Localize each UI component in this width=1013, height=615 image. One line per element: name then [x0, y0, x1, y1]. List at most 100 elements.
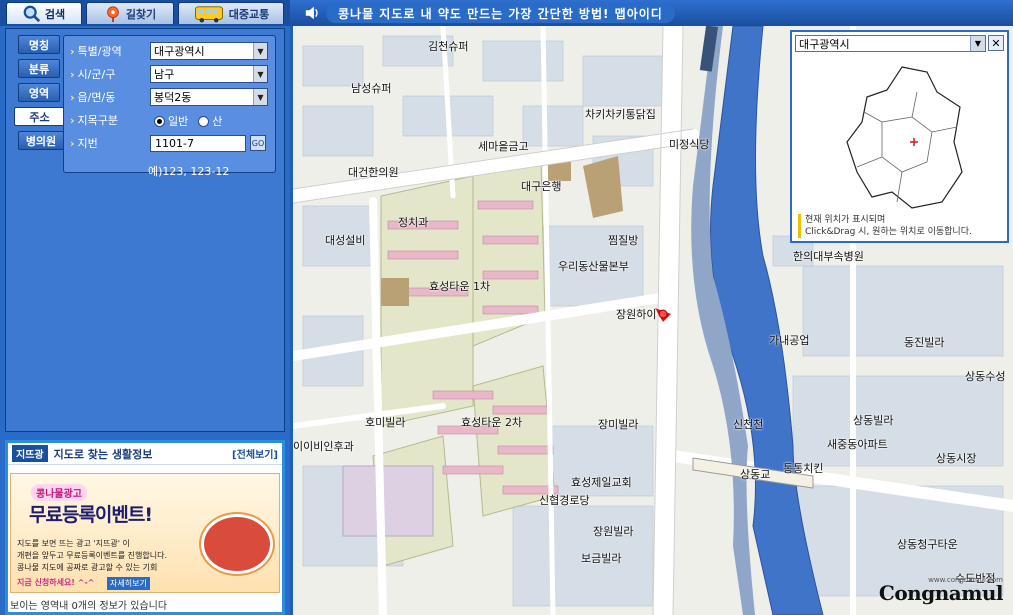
tab-directions-label: 길찾기: [125, 7, 157, 21]
poi-label[interactable]: 대건한의원: [348, 164, 399, 180]
chevron-down-icon: ▼: [253, 66, 267, 82]
notice-link[interactable]: 콩나물 지도로 내 약도 만드는 가장 간단한 방법! 맵아이디: [326, 3, 675, 23]
minimap-region-select[interactable]: 대구광역시 ▼: [795, 35, 986, 52]
side-tab-area[interactable]: 영역: [18, 83, 60, 102]
map-canvas[interactable]: 김천슈퍼 남성슈퍼 차키차키통닭집 세마을금고 미정식당 대건한의원 대구은행 …: [293, 26, 1013, 615]
address-search-box: 명칭 분류 영역 주소 병의원 특별/광역 대구광역시 ▼ 시/군/구 남구 ▼…: [5, 28, 285, 432]
poi-label[interactable]: 상동빌라: [853, 412, 893, 428]
poi-label[interactable]: 보금빌라: [581, 550, 621, 566]
top-tab-bar: 검색 길찾기 대중교통: [0, 0, 290, 26]
banner-badge: 콩나물광고: [31, 484, 87, 501]
side-tab-address[interactable]: 주소: [14, 107, 64, 126]
chevron-down-icon: ▼: [253, 89, 267, 105]
jibun-input[interactable]: 1101-7: [150, 135, 246, 152]
tab-search[interactable]: 검색: [6, 2, 82, 24]
poi-label[interactable]: 새중동아파트: [827, 436, 888, 452]
poi-label[interactable]: 대구은행: [521, 178, 561, 194]
poi-label[interactable]: 효성타운 2차: [461, 414, 522, 430]
poi-label[interactable]: 미정식당: [669, 136, 709, 152]
go-button[interactable]: GO: [250, 135, 266, 151]
poi-label[interactable]: 상동교: [740, 466, 770, 482]
jibun-value: 1101-7: [155, 137, 194, 150]
poi-label[interactable]: 세마을금고: [478, 138, 529, 154]
minimap-close-button[interactable]: ✕: [988, 35, 1004, 51]
notice-bar: 콩나물 지도로 내 약도 만드는 가장 간단한 방법! 맵아이디: [290, 0, 1013, 26]
dong-label: 읍/면/동: [70, 89, 142, 105]
tab-transit[interactable]: 대중교통: [178, 2, 284, 24]
poi-label[interactable]: 장원하이: [616, 306, 656, 322]
district-row: 시/군/구: [70, 65, 142, 83]
chevron-down-icon: ▼: [970, 36, 985, 51]
poi-label[interactable]: 가내공업: [769, 332, 809, 348]
poi-label[interactable]: 상동시장: [936, 450, 976, 466]
life-info-badge: 지뜨광: [12, 445, 48, 462]
dong-value: 봉덕2동: [154, 91, 192, 104]
chevron-down-icon: ▼: [253, 43, 267, 59]
land-type-radios: 일반 산: [154, 113, 232, 129]
land-type-label: 지목구분: [70, 112, 142, 128]
land-type-mountain-label: 산: [212, 115, 223, 128]
side-tab-category[interactable]: 분류: [18, 59, 60, 78]
district-select[interactable]: 남구 ▼: [150, 65, 268, 83]
daegu-outline-map: [846, 66, 963, 209]
dong-select[interactable]: 봉덕2동 ▼: [150, 88, 268, 106]
city-label: 특별/광역: [70, 43, 142, 59]
city-select[interactable]: 대구광역시 ▼: [150, 42, 268, 60]
poi-label[interactable]: 신협경로당: [539, 492, 590, 508]
poi-label[interactable]: 효성타운 1차: [429, 278, 490, 294]
land-type-general-radio[interactable]: 일반: [154, 113, 188, 129]
jibun-label: 지번: [70, 135, 142, 151]
banner-title: 무료등록이벤트!: [29, 504, 153, 526]
tab-transit-label: 대중교통: [228, 7, 270, 21]
view-all-link[interactable]: [전체보기]: [232, 446, 278, 461]
dong-row: 읍/면/동: [70, 88, 142, 106]
minimap-region-value: 대구광역시: [799, 37, 850, 51]
poi-label[interactable]: 김천슈퍼: [428, 38, 468, 54]
banner-apply-text: 지금 신청하세요! ^-^: [17, 578, 95, 587]
banner-line: 콩나물 지도에 공짜로 광고할 수 있는 기회: [17, 563, 158, 572]
banner-detail-button[interactable]: 자세히보기: [107, 577, 150, 590]
tab-directions[interactable]: 길찾기: [86, 2, 174, 24]
left-panel: 검색 길찾기 대중교통 명칭 분류 영역 주소 병의원 특별/광역 대구광역시 …: [0, 0, 290, 615]
poi-label[interactable]: 정치과: [398, 214, 428, 230]
gift-illustration-icon: [201, 514, 273, 574]
poi-label[interactable]: 동진빌라: [904, 334, 944, 350]
land-type-mountain-radio[interactable]: 산: [198, 113, 222, 129]
life-info-footer: 보이는 영역내 0개의 정보가 있습니다: [10, 601, 168, 612]
speaker-icon: [305, 6, 318, 20]
tab-search-label: 검색: [44, 7, 66, 21]
jibun-example: 예)123, 123-12: [148, 165, 230, 178]
minimap-note-line2: Click&Drag 시, 원하는 위치로 이동합니다.: [805, 227, 972, 237]
land-type-general-label: 일반: [168, 115, 189, 128]
poi-label[interactable]: 통통치킨: [783, 460, 823, 476]
city-row: 특별/광역: [70, 42, 142, 60]
minimap-note-line1: 현재 위치가 표시되며: [805, 215, 886, 225]
congnamul-logo[interactable]: Congnamul: [879, 581, 1004, 605]
life-info-box: 지뜨광 지도로 찾는 생활정보 [전체보기] 콩나물광고 무료등록이벤트! 지도…: [5, 440, 285, 615]
minimap-panel[interactable]: 대구광역시 ▼ ✕ 현재 위치가 표시되며 Click&Drag 시, 원하는 …: [790, 30, 1009, 243]
event-banner[interactable]: 콩나물광고 무료등록이벤트! 지도를 보면 뜨는 광고 '지뜨광' 이 개편을 …: [10, 473, 280, 593]
poi-label[interactable]: 장미빌라: [598, 416, 638, 432]
poi-label[interactable]: 한의대부속병원: [793, 248, 864, 264]
side-tab-name[interactable]: 명칭: [18, 35, 60, 54]
poi-label[interactable]: 효성제일교회: [571, 474, 632, 490]
life-info-title: 지도로 찾는 생활정보: [53, 447, 153, 461]
poi-label[interactable]: 신천천: [733, 416, 763, 432]
poi-label[interactable]: 찜질방: [608, 232, 638, 248]
poi-label[interactable]: 우리동산물본부: [558, 258, 629, 274]
poi-label[interactable]: 차키차키통닭집: [585, 106, 656, 122]
poi-label[interactable]: 호미빌라: [365, 414, 405, 430]
poi-label[interactable]: 대성설비: [325, 232, 365, 248]
magnifier-icon: [23, 5, 41, 22]
poi-label[interactable]: 상동수성: [965, 368, 1005, 384]
radio-dot-icon: [198, 115, 210, 127]
district-value: 남구: [154, 68, 175, 81]
banner-line: 지도를 보면 뜨는 광고 '지뜨광' 이: [17, 539, 130, 548]
side-tab-hospital[interactable]: 병의원: [18, 131, 64, 150]
poi-label[interactable]: 남성슈퍼: [351, 80, 391, 96]
poi-label[interactable]: 상동청구타운: [897, 536, 958, 552]
city-value: 대구광역시: [154, 45, 205, 58]
poi-label[interactable]: 장원빌라: [593, 523, 633, 539]
bus-icon: [194, 5, 223, 23]
poi-label[interactable]: 이이비인후과: [293, 438, 354, 454]
